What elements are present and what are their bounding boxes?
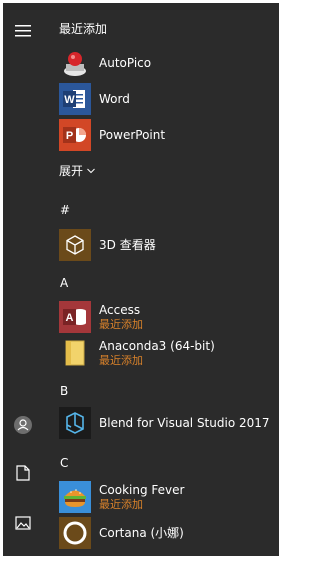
app-name: Word bbox=[99, 91, 130, 106]
expand-label: 展开 bbox=[59, 164, 84, 178]
expand-button[interactable]: 展开 bbox=[59, 163, 95, 179]
burger-icon bbox=[59, 481, 91, 513]
app-name: AutoPico bbox=[99, 55, 152, 70]
start-menu: 最近添加 AutoPico W Word P PowerPoint 展开 # 3… bbox=[3, 3, 279, 556]
app-name: Anaconda3 (64-bit) bbox=[99, 338, 215, 353]
app-name: Access bbox=[99, 302, 141, 317]
access-tile-letter: A bbox=[66, 312, 74, 324]
user-avatar-icon[interactable] bbox=[3, 405, 43, 445]
app-name: Cortana (小娜) bbox=[99, 525, 184, 540]
autopico-icon bbox=[59, 47, 91, 79]
left-rail bbox=[3, 3, 43, 556]
word-icon: W bbox=[59, 83, 91, 115]
cortana-icon bbox=[59, 517, 91, 549]
pictures-icon[interactable] bbox=[3, 503, 43, 543]
hamburger-menu-icon[interactable] bbox=[3, 11, 43, 51]
blend-icon bbox=[59, 407, 91, 439]
group-letter-b[interactable]: B bbox=[60, 383, 68, 399]
app-powerpoint[interactable]: P PowerPoint bbox=[59, 117, 279, 153]
recently-added-badge: 最近添加 bbox=[99, 353, 143, 367]
app-anaconda[interactable]: Anaconda3 (64-bit) 最近添加 bbox=[59, 335, 279, 371]
group-letter-c[interactable]: C bbox=[60, 455, 68, 471]
cube-icon bbox=[59, 229, 91, 261]
app-autopico[interactable]: AutoPico bbox=[59, 45, 279, 81]
group-letter-hash[interactable]: # bbox=[60, 202, 70, 218]
recently-added-badge: 最近添加 bbox=[99, 497, 143, 511]
powerpoint-icon: P bbox=[59, 119, 91, 151]
app-blend[interactable]: Blend for Visual Studio 2017 bbox=[59, 405, 279, 441]
recently-added-badge: 最近添加 bbox=[99, 317, 143, 331]
app-list: 最近添加 AutoPico W Word P PowerPoint 展开 # 3… bbox=[59, 3, 279, 556]
powerpoint-tile-letter: P bbox=[66, 130, 73, 142]
document-icon[interactable] bbox=[3, 453, 43, 493]
app-name: PowerPoint bbox=[99, 127, 166, 142]
app-name: Cooking Fever bbox=[99, 482, 185, 497]
group-letter-a[interactable]: A bbox=[60, 275, 68, 291]
word-tile-letter: W bbox=[64, 94, 75, 106]
chevron-down-icon bbox=[87, 168, 95, 174]
app-cortana[interactable]: Cortana (小娜) bbox=[59, 515, 279, 551]
access-icon: A bbox=[59, 301, 91, 333]
app-name: Blend for Visual Studio 2017 bbox=[99, 415, 270, 430]
app-word[interactable]: W Word bbox=[59, 81, 279, 117]
recent-title: 最近添加 bbox=[59, 22, 108, 36]
app-name: 3D 查看器 bbox=[99, 237, 156, 252]
folder-icon bbox=[59, 337, 91, 369]
app-cooking-fever[interactable]: Cooking Fever 最近添加 bbox=[59, 479, 279, 515]
app-3d-viewer[interactable]: 3D 查看器 bbox=[59, 227, 279, 263]
app-access[interactable]: A Access 最近添加 bbox=[59, 299, 279, 335]
